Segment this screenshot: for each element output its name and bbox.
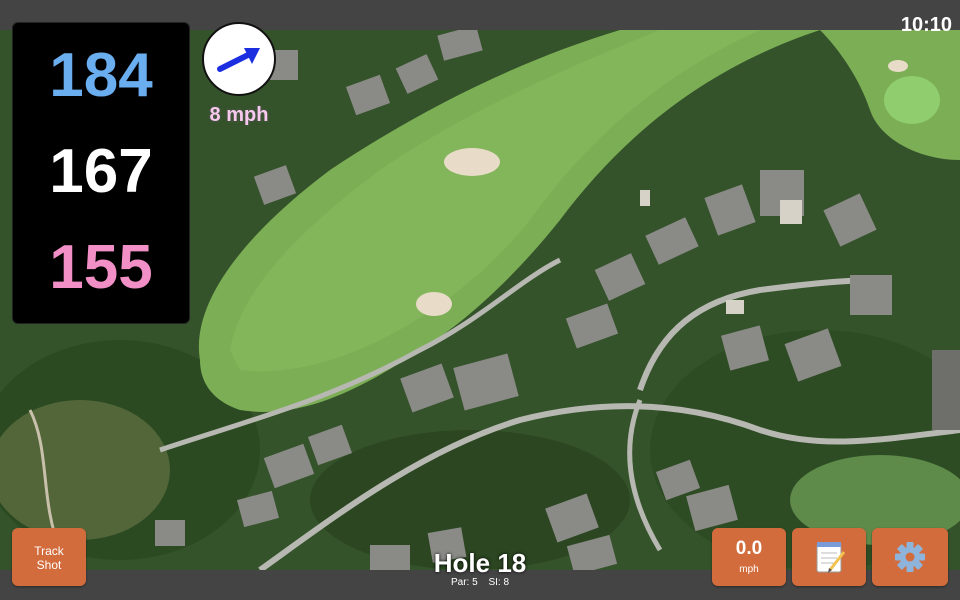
- gear-icon: [895, 542, 925, 572]
- distance-panel: 184 167 155: [12, 22, 190, 324]
- wind-indicator: [202, 22, 276, 96]
- settings-button[interactable]: [872, 528, 948, 586]
- middle-distance: 167: [49, 137, 153, 206]
- wind-arrow-icon: [217, 48, 260, 72]
- hole-par: Par: 5: [450, 577, 478, 588]
- wind-speed-label: 8 mph: [209, 104, 269, 126]
- speed-unit: mph: [739, 564, 759, 575]
- track-shot-label-line2: Shot: [36, 558, 62, 572]
- clock: 10:10: [900, 14, 952, 36]
- hole-stroke-index: SI: 8: [488, 577, 510, 588]
- hole-info: Par: 5 SI: 8: [380, 577, 580, 588]
- speed-value: 0.0: [735, 538, 763, 559]
- hole-title: Hole 18: [433, 548, 527, 578]
- notepad-icon: [816, 542, 846, 573]
- notes-button[interactable]: [792, 528, 866, 586]
- track-shot-label-line1: Track: [34, 544, 64, 558]
- track-shot-button[interactable]: Track Shot: [12, 528, 86, 586]
- speed-button[interactable]: 0.0 mph: [712, 528, 786, 586]
- front-distance: 155: [49, 233, 153, 302]
- back-distance: 184: [49, 41, 153, 110]
